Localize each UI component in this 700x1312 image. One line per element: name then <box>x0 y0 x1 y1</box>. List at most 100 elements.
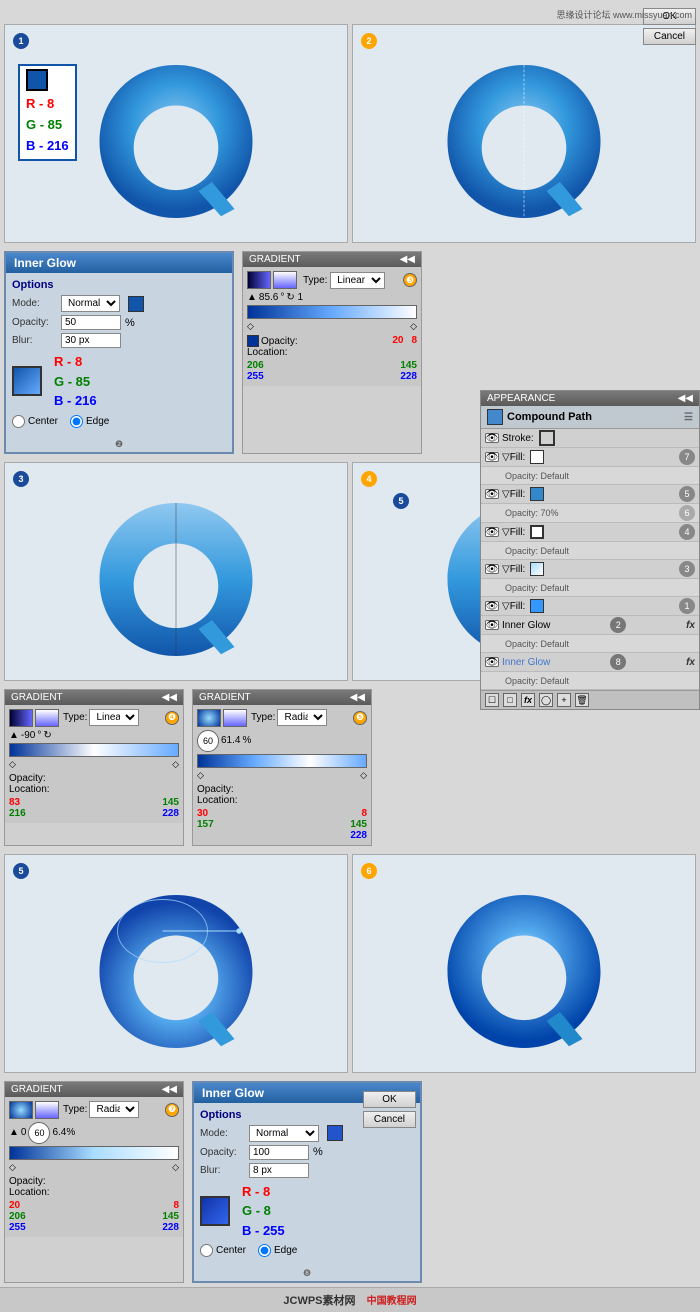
appearance-toolbar-btn-4[interactable]: + <box>557 693 571 707</box>
mode-select-1[interactable]: Normal <box>61 295 120 312</box>
center-radio-2[interactable]: Center <box>200 1244 246 1257</box>
fx-icon-1: fx <box>686 620 695 631</box>
opacity-label-2: Opacity: <box>200 1147 245 1158</box>
b-value-dialog2: B - 255 <box>242 1223 285 1238</box>
b-value-1: B - 216 <box>26 138 69 153</box>
q-letter-1 <box>86 49 266 234</box>
fx-icon-2: fx <box>686 657 695 668</box>
eye-fill-3[interactable]: 👁 <box>485 564 499 574</box>
appearance-fx-button[interactable]: fx <box>521 693 535 707</box>
gradient-type-select-1[interactable]: Linear <box>330 272 385 289</box>
ok-button-2[interactable]: OK <box>363 1091 416 1108</box>
appearance-fill-7-row: 👁 ▽Fill: 7 <box>481 448 699 467</box>
appearance-panel: APPEARANCE ◀◀ Compound Path ☰ 👁 Stroke: … <box>480 390 700 710</box>
eye-inner-glow-1[interactable]: 👁 <box>485 620 499 630</box>
q-letter-5 <box>86 879 266 1064</box>
step-3-panel: 3 <box>4 462 348 681</box>
step-1-number: 1 <box>13 33 29 49</box>
appearance-opacity-default-3: Opacity: Default <box>481 579 699 597</box>
fill-badge-7: 7 <box>679 449 695 465</box>
b-value-dialog1: B - 216 <box>54 393 97 408</box>
gradient-title-2: GRADIENT◀◀ <box>5 690 183 705</box>
opacity-label-1: Opacity: <box>12 317 57 328</box>
gradient-panel-2: GRADIENT◀◀ Type: Linear ❹ ▲-90°↻ ◇◇ Opac… <box>4 689 184 846</box>
options-title-1: Options <box>12 279 226 291</box>
fill-badge-3: 3 <box>679 561 695 577</box>
q-letter-6 <box>434 879 614 1064</box>
eye-fill-5[interactable]: 👁 <box>485 489 499 499</box>
appearance-opacity-default-1: Opacity: Default <box>481 467 699 485</box>
inner-glow-title-1: Inner Glow <box>6 253 232 273</box>
fill-badge-5: 5 <box>679 486 695 502</box>
gradient-panel-3: GRADIENT◀◀ Type: Radial ❺ 60 61.4% ◇◇ Op… <box>192 689 372 846</box>
inner-glow-badge-8: 8 <box>610 654 626 670</box>
appearance-fill-5-row: 👁 ▽Fill: 5 <box>481 485 699 504</box>
gradient-type-select-2[interactable]: Linear <box>89 709 139 726</box>
blur-input-2[interactable] <box>249 1163 309 1178</box>
step-5-panel: 5 <box>4 854 348 1073</box>
appearance-opacity-default-5: Opacity: Default <box>481 672 699 690</box>
appearance-opacity-70: Opacity: 70% 6 <box>481 504 699 523</box>
appearance-opacity-default-2: Opacity: Default <box>481 542 699 560</box>
mode-select-2[interactable]: Normal <box>249 1125 319 1142</box>
g-value-dialog2: G - 8 <box>242 1203 271 1218</box>
watermark-text: 思缘设计论坛 www.missyuan.com <box>556 8 692 21</box>
grad1-r2: 8 <box>411 335 417 358</box>
gradient-type-label-1: Type: Linear <box>303 272 385 289</box>
edge-radio-2[interactable]: Edge <box>258 1244 297 1257</box>
inner-glow-badge-2: 2 <box>610 617 626 633</box>
opacity-input-2[interactable] <box>249 1145 309 1160</box>
gradient-panel-1: GRADIENT ◀◀ Type: Linear ❸ ▲85.6° ↻ 1 ◇◇ <box>242 251 422 454</box>
appearance-toolbar-btn-3[interactable]: ◯ <box>539 693 553 707</box>
blur-label-2: Blur: <box>200 1165 245 1176</box>
bottom-watermark-2: 中国教程网 <box>367 1296 417 1307</box>
cancel-button-1[interactable]: Cancel <box>643 28 696 45</box>
r-value-1: R - 8 <box>26 96 54 111</box>
eye-fill-1[interactable]: 👁 <box>485 601 499 611</box>
eye-stroke[interactable]: 👁 <box>485 433 499 443</box>
appearance-opacity-default-4: Opacity: Default <box>481 635 699 653</box>
gradient-type-select-3[interactable]: Radial <box>277 709 327 726</box>
appearance-toolbar-btn-2[interactable]: □ <box>503 693 517 707</box>
appearance-compound-path: Compound Path ☰ <box>481 406 699 429</box>
step-2-label: ❷ <box>6 437 232 452</box>
r-value-dialog2: R - 8 <box>242 1184 270 1199</box>
q-letter-3 <box>86 487 266 672</box>
appearance-fill-3-row: 👁 ▽Fill: 3 <box>481 560 699 579</box>
edge-radio-1[interactable]: Edge <box>70 415 109 428</box>
cancel-button-2[interactable]: Cancel <box>363 1111 416 1128</box>
r-value-dialog1: R - 8 <box>54 354 82 369</box>
step-2-number: 2 <box>361 33 377 49</box>
grad1-r: 20 <box>392 335 403 358</box>
g-value-dialog1: G - 85 <box>54 374 90 389</box>
bottom-watermark: JCWPS素材网 <box>283 1295 355 1307</box>
step-5-number: 5 <box>13 863 29 879</box>
center-radio-1[interactable]: Center <box>12 415 58 428</box>
gradient-title-1: GRADIENT ◀◀ <box>243 252 421 267</box>
eye-fill-4[interactable]: 👁 <box>485 527 499 537</box>
step-2-panel: 2 <box>352 24 696 243</box>
eye-inner-glow-2[interactable]: 👁 <box>485 657 499 667</box>
step-6-number: 6 <box>361 863 377 879</box>
appearance-fill-4-row: 👁 ▽Fill: 4 <box>481 523 699 542</box>
appearance-inner-glow-1-row: 👁 Inner Glow 2 fx <box>481 616 699 635</box>
g-value-1: G - 85 <box>26 117 62 132</box>
appearance-toolbar-btn-1[interactable]: ☐ <box>485 693 499 707</box>
appearance-title-bar: APPEARANCE ◀◀ <box>481 391 699 406</box>
gradient-title-4: GRADIENT◀◀ <box>5 1082 183 1097</box>
opacity-input-1[interactable] <box>61 315 121 330</box>
opacity-unit-2: % <box>313 1146 323 1158</box>
fill-badge-1: 1 <box>679 598 695 614</box>
blur-input-1[interactable] <box>61 333 121 348</box>
gradient-type-select-4[interactable]: Radial <box>89 1101 139 1118</box>
step-6-panel: 6 <box>352 854 696 1073</box>
opacity-unit-1: % <box>125 317 135 329</box>
eye-fill-7[interactable]: 👁 <box>485 452 499 462</box>
mode-label-2: Mode: <box>200 1128 245 1139</box>
q-letter-2 <box>434 49 614 234</box>
appearance-toolbar-btn-5[interactable]: 🗑 <box>575 693 589 707</box>
appearance-stroke-row: 👁 Stroke: <box>481 429 699 448</box>
mode-label-1: Mode: <box>12 298 57 309</box>
blur-label-1: Blur: <box>12 335 57 346</box>
opacity-badge-6: 6 <box>679 505 695 521</box>
